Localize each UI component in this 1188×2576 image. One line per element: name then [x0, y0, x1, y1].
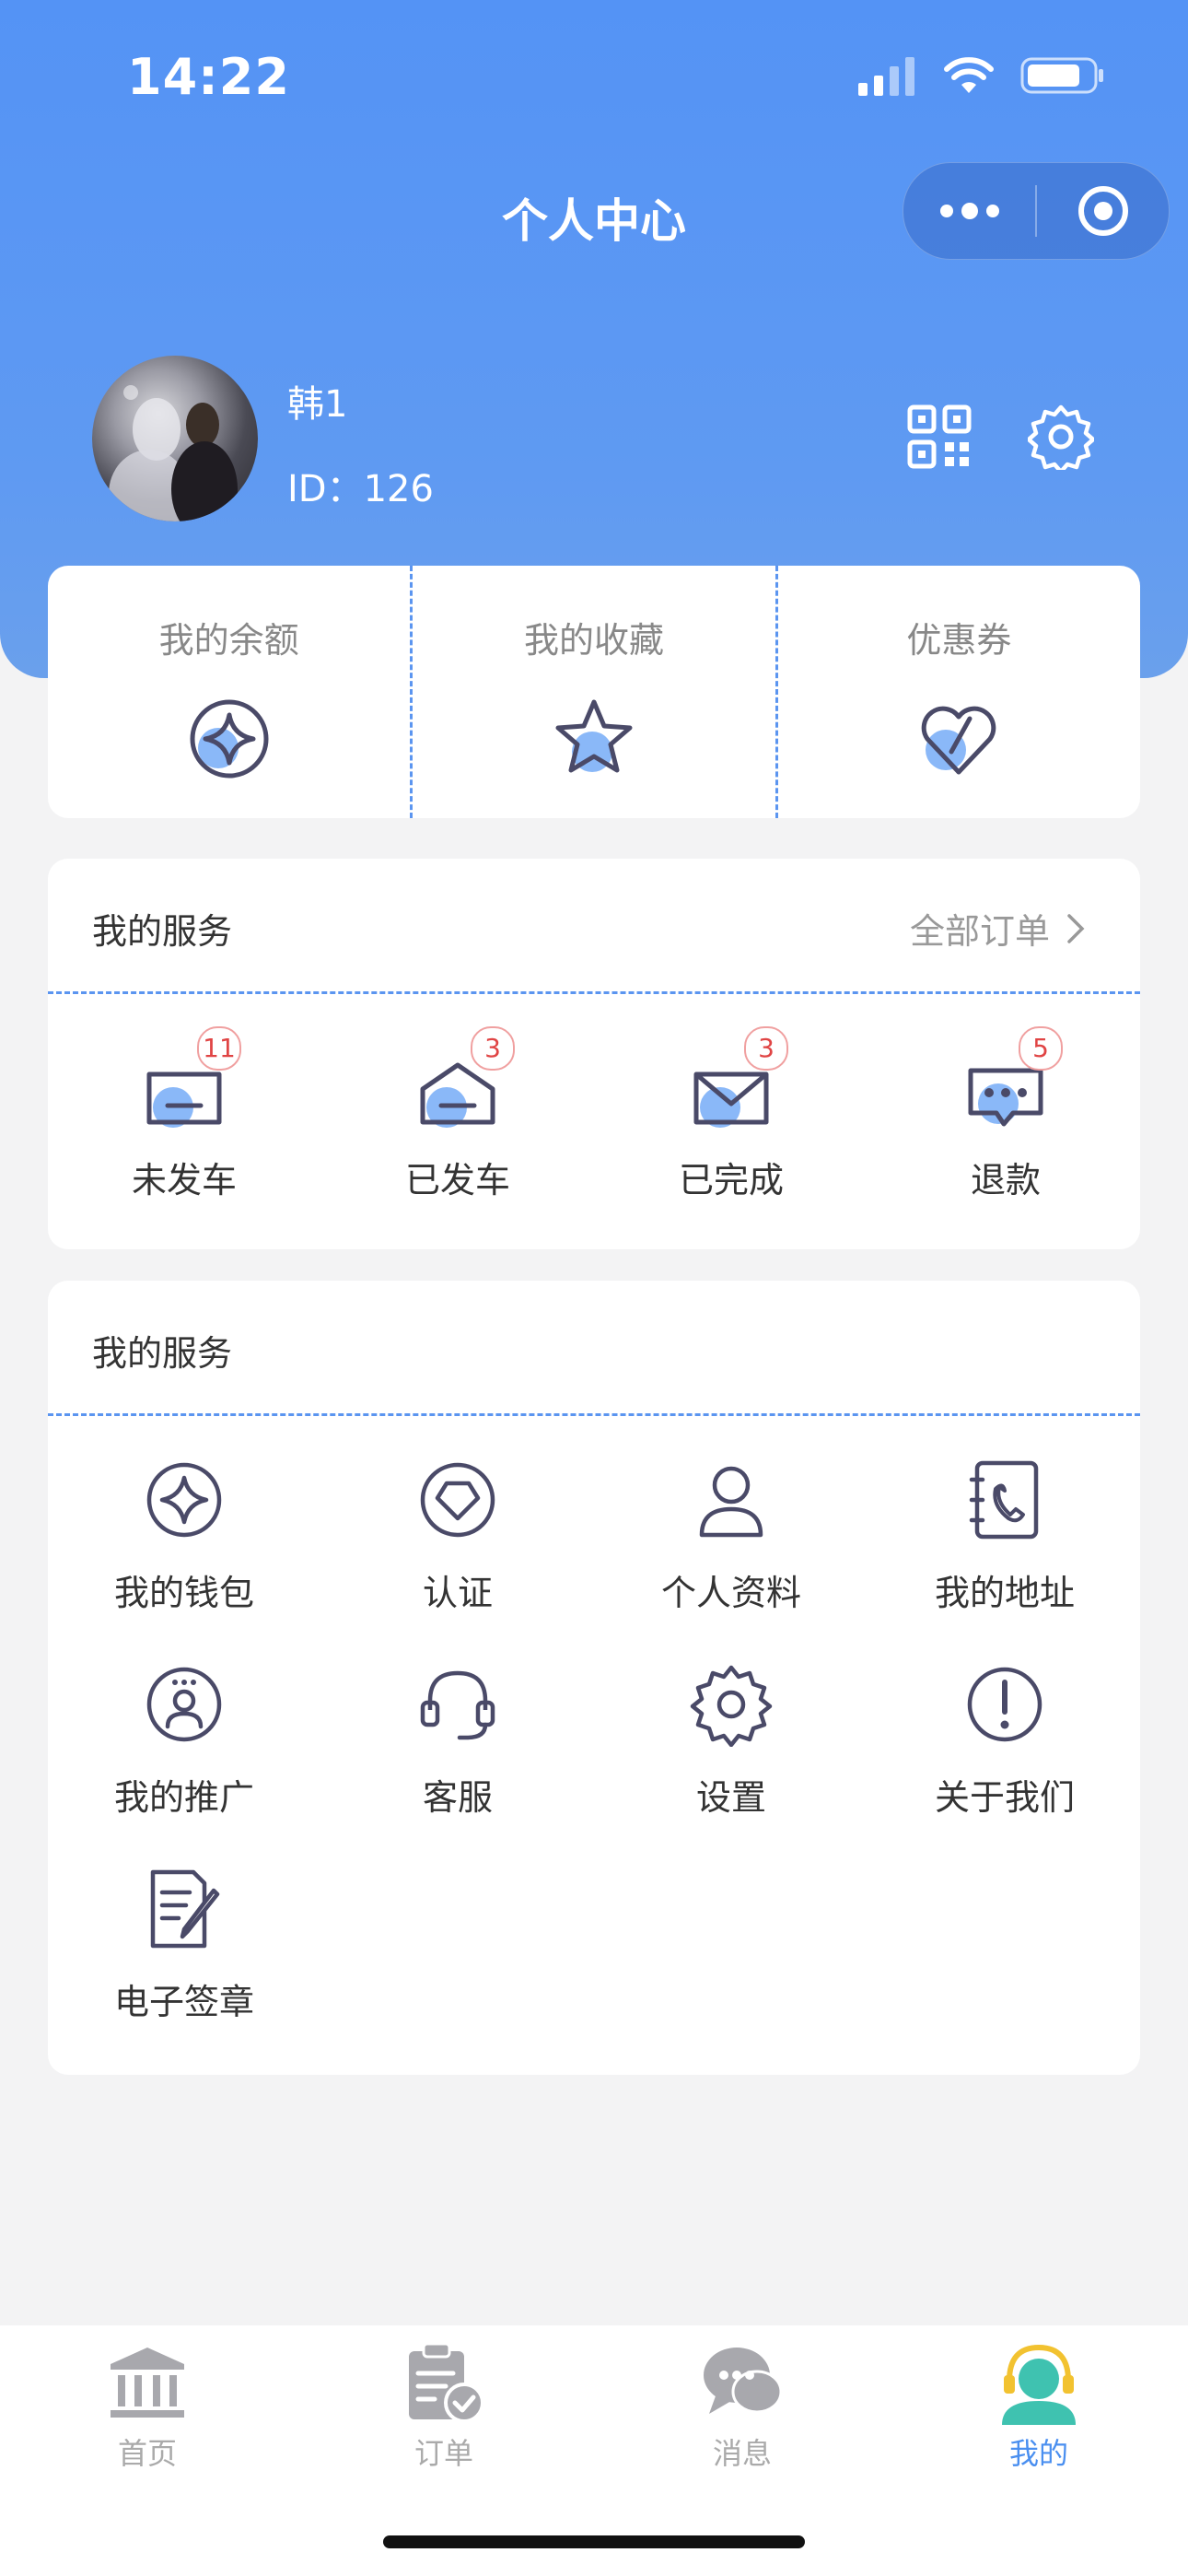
- status-icons: [858, 55, 1105, 96]
- service-customer-support[interactable]: 客服: [352, 1662, 564, 1820]
- service-label: 我的地址: [934, 1573, 1075, 1613]
- settings-icon: [690, 1665, 773, 1748]
- orders-section-title: 我的服务: [92, 911, 233, 952]
- promote-icon: [146, 1667, 222, 1742]
- all-orders-label: 全部订单: [909, 911, 1050, 952]
- coupon-heart-icon: [922, 706, 996, 775]
- service-label: 个人资料: [660, 1573, 801, 1613]
- close-mini-program-button[interactable]: [1037, 163, 1169, 259]
- order-status-label: 退款: [970, 1160, 1041, 1200]
- more-button[interactable]: [903, 163, 1035, 259]
- services-card: 我的服务 我的钱包 认证 个人资料 我的地址 我的推广 客服 设置 关于我们 电…: [48, 1281, 1140, 2075]
- e-sign-icon: [150, 1869, 220, 1949]
- tab-home[interactable]: 首页: [55, 2340, 239, 2473]
- tab-messages[interactable]: 消息: [650, 2340, 834, 2473]
- quick-link-balance[interactable]: 我的余额: [48, 566, 410, 818]
- chat-bubbles-icon: [704, 2348, 783, 2414]
- service-label: 认证: [422, 1573, 493, 1613]
- service-label: 客服: [422, 1777, 493, 1818]
- services-divider: [48, 1413, 1140, 1416]
- person-icon: [699, 1466, 763, 1538]
- quick-link-label: 我的余额: [158, 620, 299, 661]
- quick-link-label: 优惠券: [906, 620, 1012, 661]
- service-label: 电子签章: [113, 1982, 254, 2022]
- service-about-us[interactable]: 关于我们: [899, 1662, 1111, 1820]
- order-status-label: 已发车: [404, 1160, 510, 1200]
- orders-divider: [48, 991, 1140, 994]
- qr-code-icon[interactable]: [906, 404, 973, 470]
- user-name: 韩1: [287, 383, 348, 426]
- service-promote[interactable]: 我的推广: [78, 1662, 290, 1820]
- tab-label: 订单: [413, 2436, 473, 2471]
- service-settings[interactable]: 设置: [625, 1662, 837, 1820]
- tab-label: 首页: [117, 2436, 177, 2471]
- settings-gear-icon[interactable]: [1028, 404, 1094, 470]
- info-icon: [967, 1667, 1042, 1742]
- headset-icon: [420, 1670, 495, 1740]
- quick-link-label: 我的收藏: [523, 620, 664, 661]
- wifi-icon: [944, 57, 994, 93]
- orders-card: 我的服务 全部订单 11 未发车 3 已发车 3 已完成 5 退款: [48, 859, 1140, 1249]
- order-badge: 11: [197, 1026, 241, 1071]
- verify-icon: [420, 1462, 495, 1538]
- wallet-icon: [146, 1462, 222, 1538]
- user-id: ID：126: [287, 468, 434, 510]
- service-wallet[interactable]: 我的钱包: [78, 1458, 290, 1615]
- mini-program-capsule: [903, 162, 1170, 260]
- quick-link-favorites[interactable]: 我的收藏: [410, 566, 775, 818]
- avatar[interactable]: [92, 356, 258, 521]
- services-section-title: 我的服务: [92, 1333, 233, 1374]
- order-status-refund[interactable]: 5 退款: [914, 1026, 1098, 1202]
- star-icon: [555, 699, 633, 773]
- tab-orders[interactable]: 订单: [352, 2340, 536, 2473]
- quick-link-coupons[interactable]: 优惠券: [775, 566, 1140, 818]
- chevron-right-icon: [1067, 913, 1085, 943]
- target-icon: [1077, 186, 1128, 236]
- order-badge: 3: [471, 1026, 515, 1071]
- service-profile[interactable]: 个人资料: [625, 1458, 837, 1615]
- order-status-departed[interactable]: 3 已发车: [366, 1026, 550, 1202]
- service-e-sign[interactable]: 电子签章: [78, 1867, 290, 2024]
- order-status-pending[interactable]: 11 未发车: [92, 1026, 276, 1202]
- clipboard-check-icon: [409, 2342, 484, 2423]
- user-headset-icon: [1002, 2344, 1076, 2425]
- status-time: 14:22: [127, 48, 290, 106]
- address-book-icon: [969, 1460, 1039, 1540]
- service-label: 我的钱包: [113, 1573, 254, 1613]
- order-badge: 5: [1019, 1026, 1063, 1071]
- service-label: 我的推广: [113, 1777, 254, 1818]
- tab-label: 我的: [1008, 2436, 1068, 2471]
- avatar-image: [109, 385, 238, 521]
- service-address[interactable]: 我的地址: [899, 1458, 1111, 1615]
- service-label: 设置: [695, 1777, 766, 1818]
- signal-icon: [858, 57, 914, 96]
- all-orders-link[interactable]: 全部订单: [910, 903, 1085, 954]
- order-status-completed[interactable]: 3 已完成: [639, 1026, 823, 1202]
- battery-icon: [1020, 57, 1103, 94]
- service-label: 关于我们: [934, 1777, 1075, 1818]
- service-verify[interactable]: 认证: [352, 1458, 564, 1615]
- more-dots-icon: [939, 203, 999, 219]
- quick-links-card: 我的余额 我的收藏 优惠券: [48, 566, 1140, 818]
- order-badge: 3: [744, 1026, 788, 1071]
- order-status-label: 未发车: [131, 1160, 237, 1200]
- order-status-label: 已完成: [678, 1160, 784, 1200]
- balance-icon: [190, 699, 269, 779]
- bank-icon: [111, 2348, 184, 2418]
- tab-label: 消息: [712, 2436, 772, 2471]
- home-indicator: [383, 2535, 805, 2548]
- tab-mine[interactable]: 我的: [947, 2340, 1131, 2473]
